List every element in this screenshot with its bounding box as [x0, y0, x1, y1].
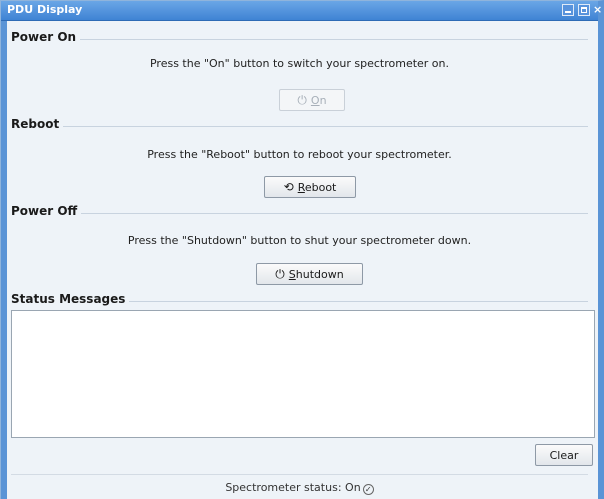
reboot-icon: ⟲: [283, 180, 294, 194]
shutdown-button-label: Shutdown: [288, 267, 344, 281]
window-left-edge: [1, 21, 7, 499]
reboot-button-label: Reboot: [297, 180, 337, 194]
reboot-rule: [11, 126, 588, 127]
power-off-title: Power Off: [11, 204, 82, 218]
power-off-description: Press the "Shutdown" button to shut your…: [127, 234, 472, 247]
clear-button[interactable]: Clear: [535, 444, 593, 466]
status-messages-title: Status Messages: [11, 292, 130, 306]
power-icon: ⏻: [275, 267, 285, 281]
power-on-description: Press the "On" button to switch your spe…: [149, 57, 450, 70]
reboot-description: Press the "Reboot" button to reboot your…: [147, 148, 452, 161]
shutdown-button[interactable]: ⏻ Shutdown: [256, 263, 363, 285]
window-title: PDU Display: [7, 3, 83, 16]
spectrometer-status: Spectrometer status: On ✓: [1, 481, 598, 495]
pdu-display-window: PDU Display × Power On Press the "On" bu…: [0, 0, 604, 499]
power-icon: ⏻: [297, 93, 307, 107]
on-button[interactable]: ⏻ On: [279, 89, 345, 111]
title-bar[interactable]: PDU Display ×: [1, 1, 602, 21]
close-button[interactable]: ×: [593, 4, 603, 16]
clear-button-label: Clear: [549, 448, 579, 462]
status-messages-area[interactable]: [11, 310, 595, 438]
maximize-button[interactable]: [578, 4, 590, 16]
on-button-label: On: [310, 93, 327, 107]
status-value: On: [345, 481, 361, 494]
power-off-rule: [11, 213, 588, 214]
status-label: Spectrometer status:: [225, 481, 342, 494]
power-on-title: Power On: [11, 30, 81, 44]
footer-divider: [11, 474, 588, 475]
check-circle-icon: ✓: [362, 484, 374, 495]
reboot-button[interactable]: ⟲ Reboot: [264, 176, 356, 198]
power-on-rule: [11, 39, 588, 40]
minimize-button[interactable]: [562, 4, 574, 16]
reboot-title: Reboot: [11, 117, 64, 131]
